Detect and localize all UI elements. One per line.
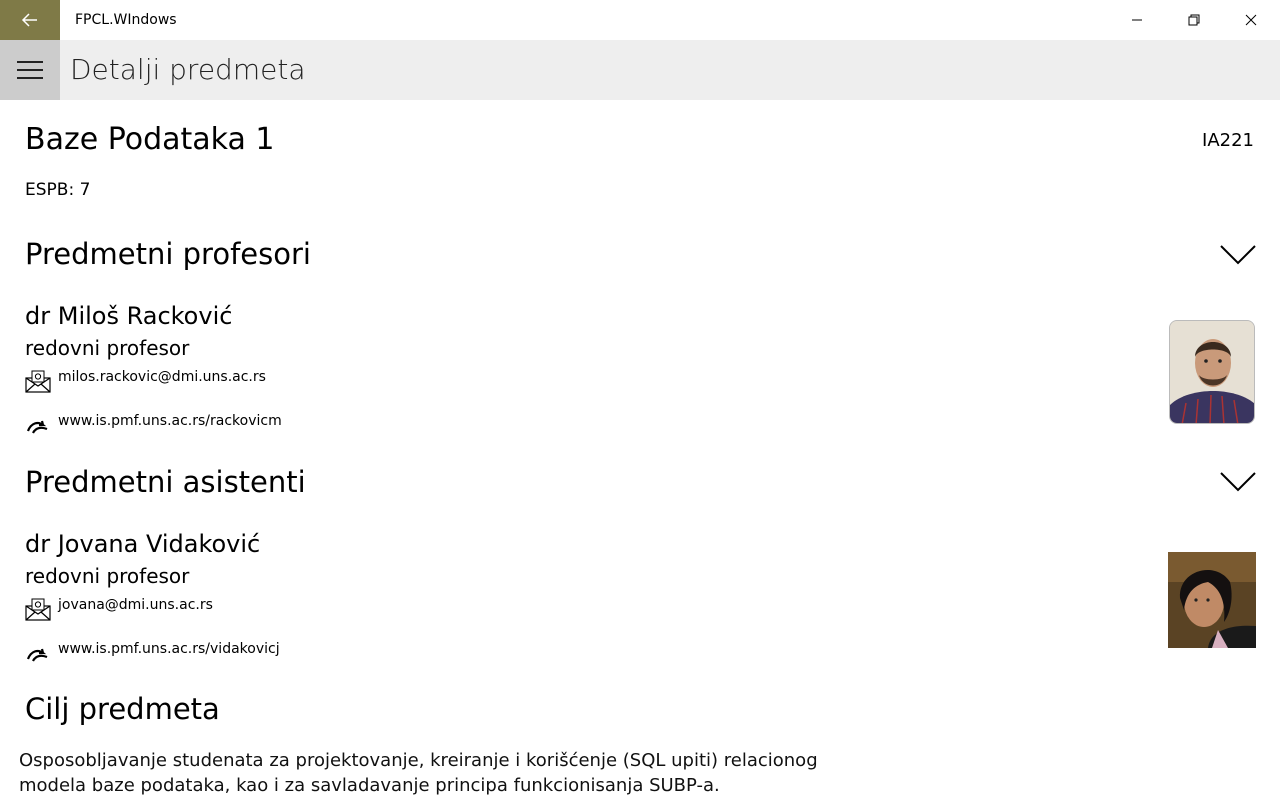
subject-code: IA221 (1202, 130, 1254, 151)
link-icon (26, 420, 48, 434)
hamburger-menu-button[interactable] (0, 40, 60, 100)
back-button[interactable] (0, 0, 60, 40)
minimize-button[interactable] (1108, 0, 1165, 40)
espb-label: ESPB: (25, 180, 75, 200)
restore-button[interactable] (1165, 0, 1222, 40)
professor-photo (1169, 320, 1255, 424)
page-header: Detalji predmeta (0, 40, 1280, 100)
restore-icon (1188, 14, 1199, 26)
professor-website[interactable]: www.is.pmf.uns.ac.rs/rackovicm (58, 413, 282, 429)
goal-text: Osposobljavanje studenata za projektovan… (19, 750, 818, 796)
professor-name: dr Miloš Racković (25, 302, 233, 330)
professors-heading: Predmetni profesori (25, 237, 311, 271)
espb-value: 7 (79, 180, 91, 200)
professor-website-row[interactable]: www.is.pmf.uns.ac.rs/rackovicm (25, 413, 282, 437)
professor-email-row[interactable]: milos.rackovic@dmi.uns.ac.rs (25, 369, 266, 393)
back-arrow-icon (21, 13, 37, 27)
app-title: FPCL.WIndows (75, 12, 177, 28)
professor-avatar (1170, 321, 1254, 423)
espb: ESPB: 7 (25, 180, 90, 200)
assistant-email[interactable]: jovana@dmi.uns.ac.rs (58, 597, 213, 613)
subject-name: Baze Podataka 1 (25, 122, 275, 157)
goal-heading: Cilj predmeta (25, 692, 220, 726)
hamburger-icon (17, 61, 43, 63)
assistant-website[interactable]: www.is.pmf.uns.ac.rs/vidakovicj (58, 641, 280, 657)
assistant-email-row[interactable]: jovana@dmi.uns.ac.rs (25, 597, 213, 621)
close-icon (1245, 14, 1256, 26)
link-icon (26, 648, 48, 662)
assistant-website-row[interactable]: www.is.pmf.uns.ac.rs/vidakovicj (25, 641, 280, 665)
close-button[interactable] (1222, 0, 1279, 40)
page-title: Detalji predmeta (70, 53, 306, 86)
professor-email[interactable]: milos.rackovic@dmi.uns.ac.rs (58, 369, 266, 385)
chevron-down-icon[interactable] (1220, 471, 1256, 493)
title-bar: FPCL.WIndows (0, 0, 1280, 40)
assistant-photo (1168, 552, 1256, 648)
assistant-name: dr Jovana Vidaković (25, 530, 261, 558)
email-icon (25, 370, 51, 393)
assistant-role: redovni profesor (25, 564, 190, 588)
assistants-heading: Predmetni asistenti (25, 465, 306, 499)
email-icon (25, 598, 51, 621)
assistant-avatar (1168, 552, 1256, 648)
chevron-down-icon[interactable] (1220, 244, 1256, 266)
professor-role: redovni profesor (25, 336, 190, 360)
minimize-icon (1131, 19, 1142, 21)
